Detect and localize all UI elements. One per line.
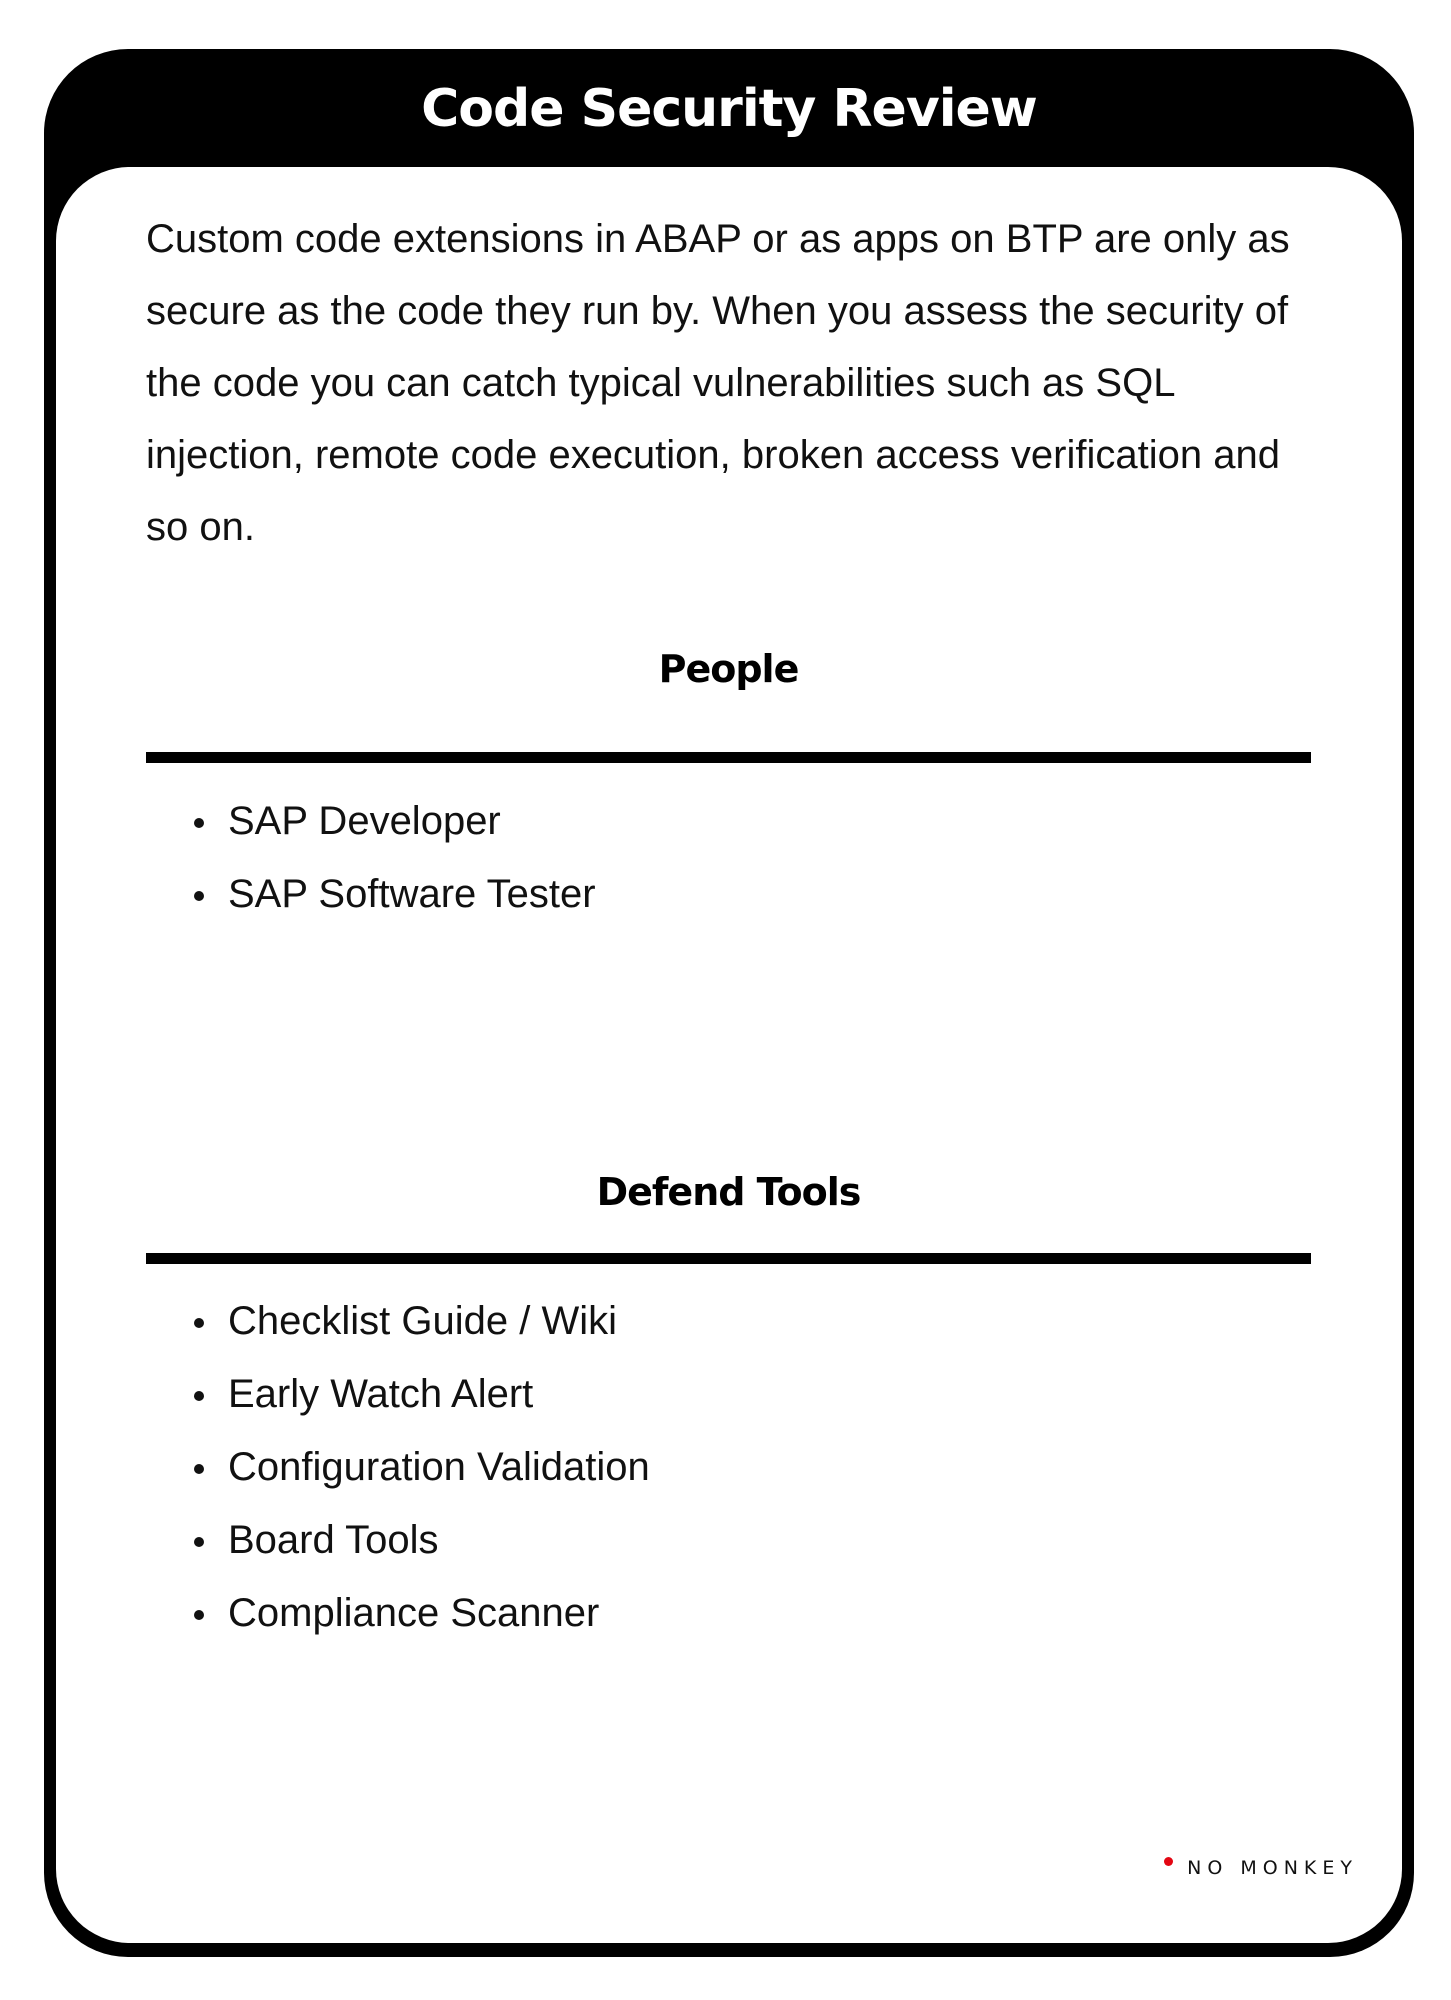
list-item-label: SAP Developer [228,799,501,843]
list-item-label: Configuration Validation [228,1445,650,1489]
brand-name: NO MONKEY [1187,1857,1358,1879]
brand-dot-icon [1164,1856,1174,1866]
bullet-icon [194,891,204,901]
list-item-label: SAP Software Tester [228,872,596,916]
defend-tools-list: Checklist Guide / Wiki Early Watch Alert… [146,1285,1311,1650]
defend-tools-section-title: Defend Tools [596,1170,862,1214]
bullet-icon [194,1464,204,1474]
bullet-icon [194,818,204,828]
list-item: Checklist Guide / Wiki [146,1285,1311,1358]
people-section-divider [146,752,1311,763]
list-item-label: Checklist Guide / Wiki [228,1299,617,1343]
list-item: SAP Software Tester [146,858,1311,931]
defend-tools-section-divider [146,1253,1311,1264]
brand-logo: NO MONKEY [1164,1853,1358,1883]
list-item-label: Early Watch Alert [228,1372,534,1416]
list-item: Early Watch Alert [146,1358,1311,1431]
people-list: SAP Developer SAP Software Tester [146,785,1311,931]
card-body: Custom code extensions in ABAP or as app… [56,167,1402,1943]
intro-paragraph: Custom code extensions in ABAP or as app… [146,217,1290,549]
people-section-title: People [658,647,800,691]
list-item-label: Board Tools [228,1518,439,1562]
list-item: Board Tools [146,1504,1311,1577]
card-frame: Code Security Review Custom code extensi… [44,49,1414,1957]
list-item: Compliance Scanner [146,1577,1311,1650]
list-item: Configuration Validation [146,1431,1311,1504]
list-item: SAP Developer [146,785,1311,858]
bullet-icon [194,1610,204,1620]
list-item-label: Compliance Scanner [228,1591,600,1635]
bullet-icon [194,1318,204,1328]
page-title: Code Security Review [421,79,1038,139]
bullet-icon [194,1537,204,1547]
bullet-icon [194,1391,204,1401]
